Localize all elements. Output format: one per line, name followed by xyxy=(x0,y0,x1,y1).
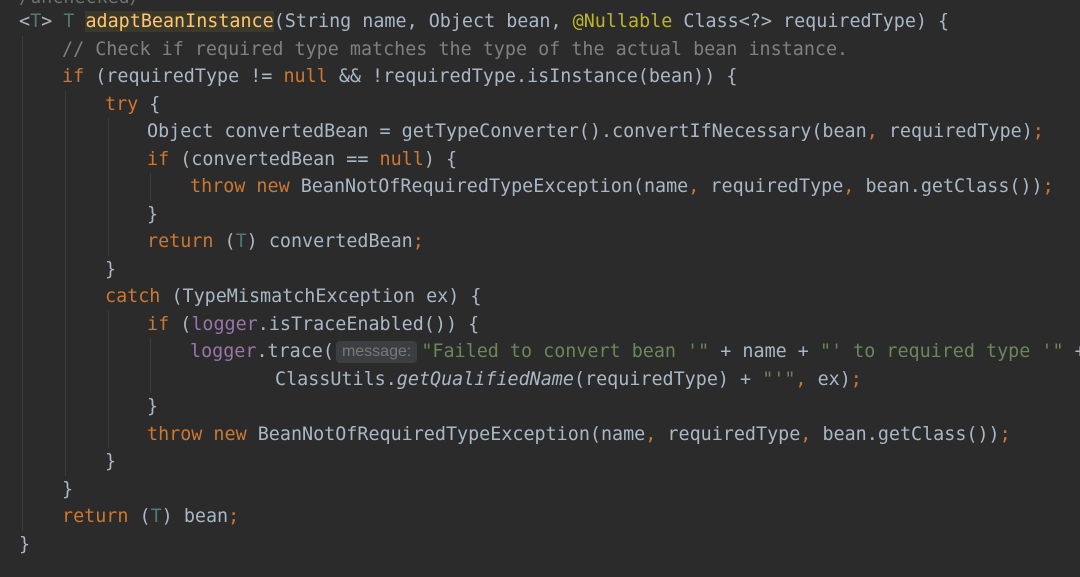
code-token: try xyxy=(105,93,139,115)
code-editor[interactable]: /unchecked/ <T> T adaptBeanInstance(Stri… xyxy=(0,0,1080,577)
code-token: ; xyxy=(850,368,862,390)
code-token: > xyxy=(41,11,64,32)
method-name-adaptBeanInstance: adaptBeanInstance xyxy=(85,11,274,32)
line-catch: catch (TypeMismatchException ex) { xyxy=(0,283,481,311)
line-converted-bean: Object convertedBean = getTypeConverter(… xyxy=(0,118,1044,146)
code-token: (requiredType != xyxy=(84,66,284,87)
line-comment: // Check if required type matches the ty… xyxy=(0,36,848,64)
code-token: if xyxy=(147,313,170,335)
line-return-bean: return (T) bean; xyxy=(0,503,239,531)
code-token: ( xyxy=(213,231,236,252)
code-token: ) { xyxy=(423,148,458,170)
code-token: BeanNotOfRequiredTypeException(name xyxy=(289,176,689,197)
code-token: bean.getClass()) xyxy=(822,423,1000,445)
line-if-required-type: if (requiredType != null && !requiredTyp… xyxy=(0,63,737,91)
code-token: throw new xyxy=(190,176,290,197)
code-token: Object convertedBean = getTypeConverter(… xyxy=(147,121,867,142)
code-token: T xyxy=(235,231,247,252)
code-token: null xyxy=(283,66,328,87)
code-token: bean.getClass()) xyxy=(865,176,1043,197)
code-token: ; xyxy=(999,423,1011,445)
line-logger-trace: logger.trace(message: "Failed to convert … xyxy=(0,338,1080,366)
code-token: ClassUtils. xyxy=(275,368,397,390)
code-token: logger xyxy=(191,313,258,335)
code-token: && !requiredType.isInstance(bean)) { xyxy=(327,66,738,87)
line-throw-1: throw new BeanNotOfRequiredTypeException… xyxy=(0,173,1054,201)
code-token: ( xyxy=(128,506,151,527)
line-close-method: } xyxy=(0,531,30,559)
code-token: "Failed to convert bean '" xyxy=(421,341,710,362)
code-token: Class<?> requiredType) { xyxy=(672,11,950,32)
code-token: < xyxy=(19,11,31,32)
code-token: ( xyxy=(169,313,192,335)
line-close-if: } xyxy=(0,201,158,229)
code-token: getQualifiedName xyxy=(396,368,574,390)
code-token: } xyxy=(62,478,74,500)
line-close-outer-if: } xyxy=(0,476,73,504)
code-token: logger xyxy=(190,341,257,362)
code-token: .isTraceEnabled()) { xyxy=(257,313,480,335)
code-token: , xyxy=(795,368,818,390)
code-token: T xyxy=(150,506,162,527)
line-return-converted: return (T) convertedBean; xyxy=(0,228,424,256)
code-token: } xyxy=(19,533,31,555)
code-token: ; xyxy=(228,506,240,527)
line-try: try { xyxy=(0,91,160,119)
code-token: catch xyxy=(105,286,161,307)
code-token: } xyxy=(147,396,159,417)
line-qualified-name: ClassUtils.getQualifiedName(requiredType… xyxy=(0,366,862,394)
code-token: , xyxy=(866,121,889,142)
code-token: ; xyxy=(412,231,424,252)
code-token: (String name, Object bean, xyxy=(273,11,573,32)
code-token: ) convertedBean xyxy=(246,231,413,252)
code-token: (convertedBean == xyxy=(169,148,380,170)
code-token: // Check if required type matches the ty… xyxy=(62,38,849,60)
line-if-trace: if (logger.isTraceEnabled()) { xyxy=(0,311,479,339)
code-token: @Nullable xyxy=(572,11,673,32)
code-token: null xyxy=(379,148,424,170)
line-method-signature: <T> T adaptBeanInstance(String name, Obj… xyxy=(0,8,949,36)
code-token: throw new xyxy=(147,423,247,445)
line-if-null: if (convertedBean == null) { xyxy=(0,146,457,174)
code-token: return xyxy=(147,231,214,252)
code-token: } xyxy=(105,258,117,280)
code-token: ; xyxy=(1042,176,1054,197)
code-token: , xyxy=(843,176,866,197)
code-token: , xyxy=(800,423,823,445)
parameter-hint-message: message: xyxy=(335,341,418,363)
code-token: requiredType) xyxy=(888,121,1033,142)
code-token: + name + xyxy=(709,341,820,362)
code-token: if xyxy=(62,66,85,87)
code-token: ; xyxy=(1032,121,1044,142)
code-token: requiredType xyxy=(710,176,844,197)
line-throw-2: throw new BeanNotOfRequiredTypeException… xyxy=(0,421,1011,449)
code-token: ) bean xyxy=(161,506,229,527)
code-token: requiredType xyxy=(667,423,801,445)
code-token: , xyxy=(688,176,711,197)
code-token: "'" xyxy=(762,368,796,390)
code-token: ex) xyxy=(817,368,851,390)
line-close-catch: } xyxy=(0,448,116,476)
code-token: { xyxy=(138,93,161,115)
code-token: (requiredType) + xyxy=(573,368,763,390)
line-close-try: } xyxy=(0,256,116,284)
code-token: } xyxy=(147,203,159,225)
code-token: T xyxy=(30,11,42,32)
line-close-if-trace: } xyxy=(0,393,158,421)
code-token: return xyxy=(62,506,129,527)
code-token: BeanNotOfRequiredTypeException(name xyxy=(246,423,646,445)
code-token: .trace( xyxy=(256,341,334,362)
code-token: , xyxy=(645,423,668,445)
code-token: T xyxy=(63,11,75,32)
code-token: } xyxy=(105,451,117,472)
code-token: if xyxy=(147,148,170,170)
code-token: + xyxy=(1064,341,1080,362)
code-token: (TypeMismatchException ex) { xyxy=(160,286,482,307)
code-token: "' to required type '" xyxy=(819,341,1064,362)
